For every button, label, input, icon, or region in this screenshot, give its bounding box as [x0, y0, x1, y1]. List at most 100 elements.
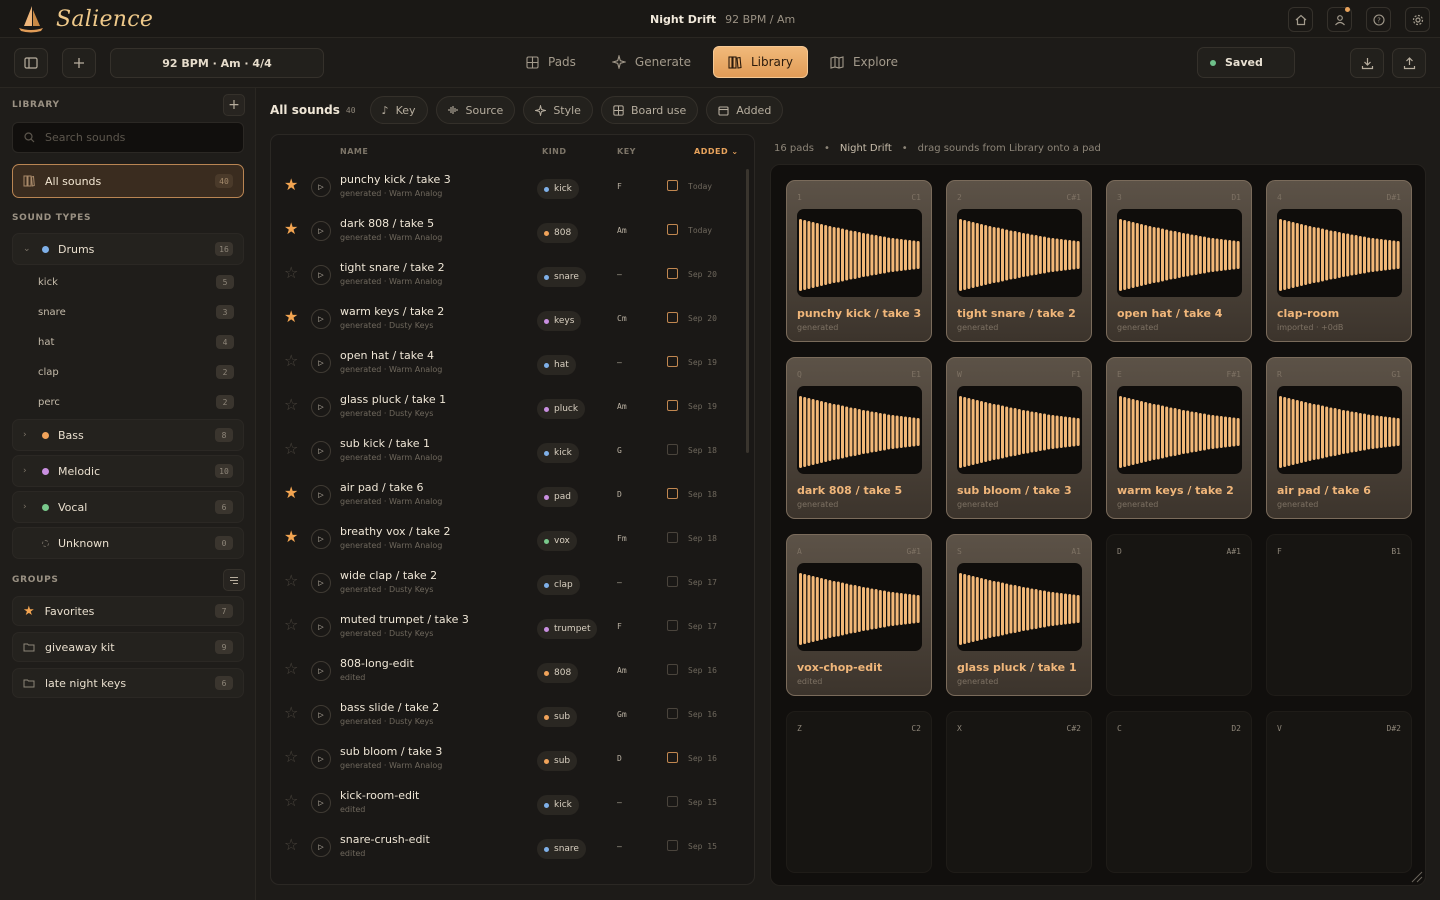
filter-style[interactable]: Style — [523, 96, 593, 124]
play-button[interactable]: ▷ — [311, 661, 331, 681]
new-button[interactable] — [62, 48, 96, 78]
tab-explore[interactable]: Explore — [816, 46, 912, 78]
subcategory-kick[interactable]: kick 5 — [26, 268, 244, 296]
table-row[interactable]: ☆ ▷ bass slide / take 2 generated · Dusty K… — [271, 694, 741, 738]
settings-button[interactable] — [1405, 7, 1430, 32]
favorite-star-icon[interactable]: ☆ — [284, 397, 298, 413]
column-header-kind[interactable]: KIND — [542, 147, 567, 156]
category-unknown[interactable]: Unknown 0 — [12, 527, 244, 559]
play-button[interactable]: ▷ — [311, 573, 331, 593]
table-row[interactable]: ☆ ▷ muted trumpet / take 3 generated · Dust… — [271, 606, 741, 650]
pad-empty[interactable]: F B1 — [1266, 534, 1412, 696]
favorite-star-icon[interactable]: ☆ — [284, 749, 298, 765]
category-vocal[interactable]: › Vocal 6 — [12, 491, 244, 523]
favorite-star-icon[interactable]: ☆ — [284, 793, 298, 809]
play-button[interactable]: ▷ — [311, 793, 331, 813]
filter-added[interactable]: Added — [706, 96, 784, 124]
all-sounds-item[interactable]: All sounds 40 — [12, 164, 244, 198]
tab-generate[interactable]: Generate — [598, 46, 705, 78]
help-button[interactable]: ? — [1366, 7, 1391, 32]
account-button[interactable] — [1327, 7, 1352, 32]
play-button[interactable]: ▷ — [311, 177, 331, 197]
pad-loaded[interactable]: 4 D#1 clap-room imported · +0dB — [1266, 180, 1412, 342]
favorite-star-icon[interactable]: ★ — [284, 309, 298, 325]
pad-loaded[interactable]: W F1 sub bloom / take 3 generated — [946, 357, 1092, 519]
favorite-star-icon[interactable]: ☆ — [284, 353, 298, 369]
category-melodic[interactable]: › Melodic 10 — [12, 455, 244, 487]
favorite-star-icon[interactable]: ★ — [284, 177, 298, 193]
share-button[interactable] — [1392, 48, 1426, 78]
column-header-added[interactable]: ADDED ⌄ — [694, 147, 739, 156]
group-giveaway-kit[interactable]: giveaway kit 9 — [12, 632, 244, 662]
play-button[interactable]: ▷ — [311, 749, 331, 769]
pad-empty[interactable]: X C#2 — [946, 711, 1092, 873]
table-row[interactable]: ☆ ▷ tight snare / take 2 generated · Warm A… — [271, 254, 741, 298]
favorite-star-icon[interactable]: ☆ — [284, 441, 298, 457]
tab-pads[interactable]: Pads — [512, 46, 590, 78]
subcategory-clap[interactable]: clap 2 — [26, 358, 244, 386]
table-row[interactable]: ☆ ▷ 808-long-edit edited 808 Am Sep 16 — [271, 650, 741, 694]
play-button[interactable]: ▷ — [311, 441, 331, 461]
play-button[interactable]: ▷ — [311, 265, 331, 285]
tab-library[interactable]: Library — [712, 46, 808, 78]
home-button[interactable] — [1288, 7, 1313, 32]
pad-loaded[interactable]: 3 D1 open hat / take 4 generated — [1106, 180, 1252, 342]
filter-key[interactable]: ♪ Key — [369, 96, 428, 124]
column-header-name[interactable]: NAME — [340, 147, 368, 156]
favorite-star-icon[interactable]: ☆ — [284, 705, 298, 721]
table-row[interactable]: ☆ ▷ wide clap / take 2 generated · Dusty Ke… — [271, 562, 741, 606]
play-button[interactable]: ▷ — [311, 617, 331, 637]
pad-loaded[interactable]: A G#1 vox-chop-edit edited — [786, 534, 932, 696]
subcategory-snare[interactable]: snare 3 — [26, 298, 244, 326]
pad-loaded[interactable]: R G1 air pad / take 6 generated — [1266, 357, 1412, 519]
table-row[interactable]: ★ ▷ dark 808 / take 5 generated · Warm Anal… — [271, 210, 741, 254]
play-button[interactable]: ▷ — [311, 353, 331, 373]
pad-loaded[interactable]: Q E1 dark 808 / take 5 generated — [786, 357, 932, 519]
save-status[interactable]: Saved — [1197, 47, 1295, 78]
table-row[interactable]: ☆ ▷ kick-room-edit edited kick — Sep 15 — [271, 782, 741, 826]
table-row[interactable]: ★ ▷ warm keys / take 2 generated · Dusty Ke… — [271, 298, 741, 342]
favorite-star-icon[interactable]: ☆ — [284, 661, 298, 677]
pad-loaded[interactable]: 2 C#1 tight snare / take 2 generated — [946, 180, 1092, 342]
filter-board-use[interactable]: Board use — [600, 96, 699, 124]
table-row[interactable]: ☆ ▷ open hat / take 4 generated · Warm Anal… — [271, 342, 741, 386]
play-button[interactable]: ▷ — [311, 397, 331, 417]
toggle-sidebar-button[interactable] — [14, 48, 48, 78]
tempo-key-display[interactable]: 92 BPM · Am · 4/4 — [110, 48, 324, 78]
table-row[interactable]: ★ ▷ air pad / take 6 generated · Warm Analo… — [271, 474, 741, 518]
play-button[interactable]: ▷ — [311, 705, 331, 725]
play-button[interactable]: ▷ — [311, 529, 331, 549]
pad-loaded[interactable]: E F#1 warm keys / take 2 generated — [1106, 357, 1252, 519]
category-bass[interactable]: › Bass 8 — [12, 419, 244, 451]
table-row[interactable]: ☆ ▷ snare-crush-edit edited snare — Sep 15 — [271, 826, 741, 870]
pad-empty[interactable]: C D2 — [1106, 711, 1252, 873]
play-button[interactable]: ▷ — [311, 837, 331, 857]
list-scrollbar[interactable] — [746, 169, 749, 453]
pad-empty[interactable]: V D#2 — [1266, 711, 1412, 873]
manage-groups-button[interactable] — [223, 569, 245, 591]
logo[interactable]: Salience — [14, 0, 153, 38]
filter-source[interactable]: Source — [435, 96, 516, 124]
table-row[interactable]: ☆ ▷ sub kick / take 1 generated · Warm Anal… — [271, 430, 741, 474]
favorite-star-icon[interactable]: ☆ — [284, 837, 298, 853]
group-favorites[interactable]: ★ Favorites 7 — [12, 596, 244, 626]
favorite-star-icon[interactable]: ☆ — [284, 617, 298, 633]
download-button[interactable] — [1350, 48, 1384, 78]
pad-empty[interactable]: D A#1 — [1106, 534, 1252, 696]
column-header-key[interactable]: KEY — [617, 147, 636, 156]
table-row[interactable]: ☆ ▷ glass pluck / take 1 generated · Dusty … — [271, 386, 741, 430]
subcategory-perc[interactable]: perc 2 — [26, 388, 244, 416]
resize-handle-icon[interactable] — [1409, 869, 1423, 883]
favorite-star-icon[interactable]: ★ — [284, 529, 298, 545]
table-row[interactable]: ★ ▷ breathy vox / take 2 generated · Warm A… — [271, 518, 741, 562]
play-button[interactable]: ▷ — [311, 485, 331, 505]
group-late-night-keys[interactable]: late night keys 6 — [12, 668, 244, 698]
favorite-star-icon[interactable]: ☆ — [284, 573, 298, 589]
favorite-star-icon[interactable]: ★ — [284, 485, 298, 501]
table-row[interactable]: ★ ▷ punchy kick / take 3 generated · Warm A… — [271, 166, 741, 210]
pad-loaded[interactable]: 1 C1 punchy kick / take 3 generated — [786, 180, 932, 342]
play-button[interactable]: ▷ — [311, 221, 331, 241]
play-button[interactable]: ▷ — [311, 309, 331, 329]
pad-empty[interactable]: Z C2 — [786, 711, 932, 873]
pad-loaded[interactable]: S A1 glass pluck / take 1 generated — [946, 534, 1092, 696]
